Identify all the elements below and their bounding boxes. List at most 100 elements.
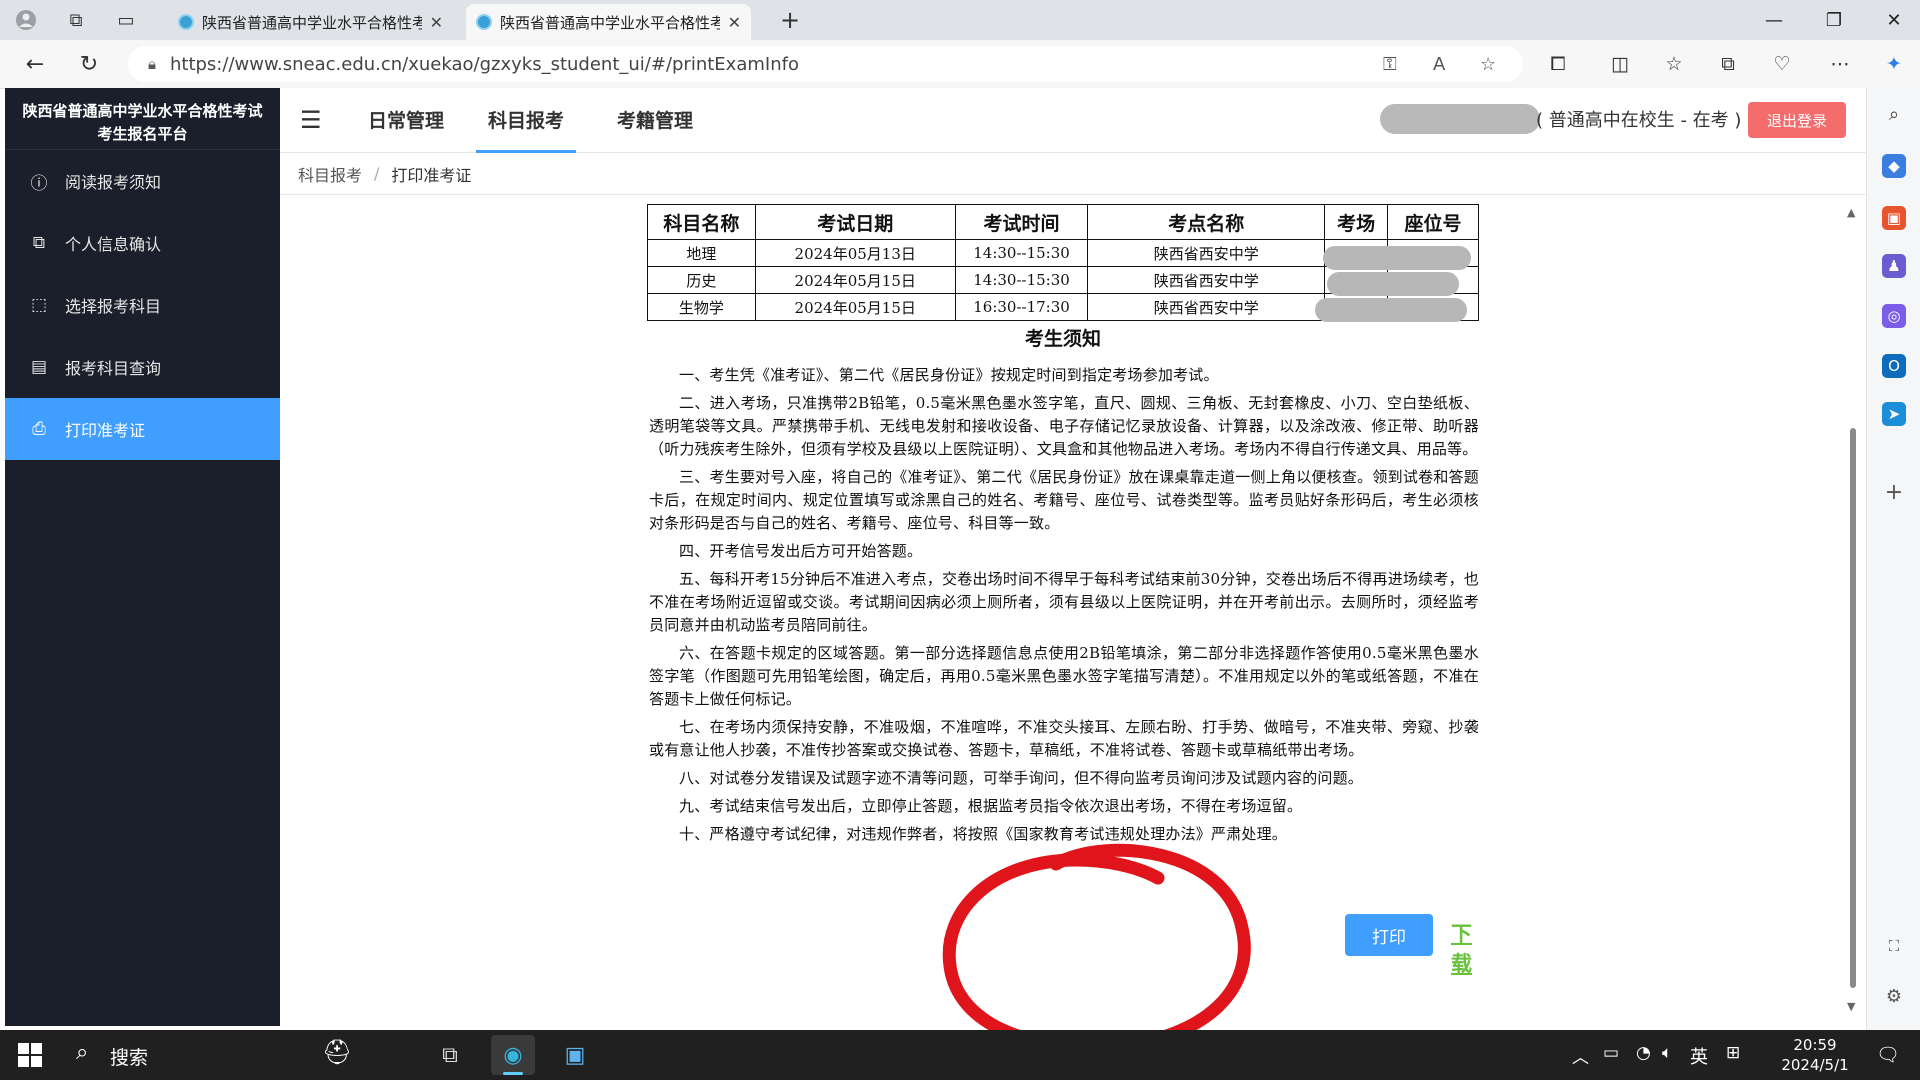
- browser-tab-1[interactable]: 陕西省普通高中学业水平合格性考 ✕: [168, 4, 453, 40]
- windows-taskbar: ⌕ 搜索 ⛑ ⧉ ◉ ▣ ︿ ▭ ◔ 🔈︎ 英 ⊞ 20:59 2024/5/1…: [0, 1030, 1920, 1080]
- breadcrumb: 科目报考 / 打印准考证: [280, 153, 1866, 195]
- settings-gear-icon[interactable]: ⚙: [1882, 984, 1906, 1008]
- key-icon[interactable]: ⚿: [1383, 54, 1397, 75]
- games-icon[interactable]: ♟: [1882, 254, 1906, 278]
- breadcrumb-parent[interactable]: 科目报考: [298, 162, 362, 186]
- table-cell: 地理: [647, 239, 756, 267]
- volume-icon[interactable]: 🔈︎: [1662, 1043, 1672, 1063]
- refresh-icon[interactable]: ↻: [72, 48, 106, 80]
- sidebar-item-query-subjects[interactable]: ▤ 报考科目查询: [5, 336, 280, 398]
- tab-subject-registration[interactable]: 科目报考: [476, 88, 577, 153]
- browser-tab-2[interactable]: 陕西省普通高中学业水平合格性考 ✕: [466, 4, 751, 40]
- tab-label: 考籍管理: [617, 109, 694, 132]
- sidebar-item-label: 个人信息确认: [65, 235, 162, 254]
- tab-label: 日常管理: [368, 109, 445, 132]
- wifi-icon[interactable]: ◔: [1636, 1043, 1651, 1063]
- col-header: 考试时间: [954, 204, 1089, 240]
- sidebar-item-select-subjects[interactable]: ⬚ 选择报考科目: [5, 274, 280, 336]
- tools-icon[interactable]: ▣: [1882, 206, 1906, 230]
- profile-icon[interactable]: [12, 6, 40, 34]
- remote-desktop-icon[interactable]: ▣: [553, 1035, 597, 1075]
- col-header: 考场: [1324, 204, 1389, 240]
- notice-item: 九、考试结束信号发出后，立即停止答题，根据监考员指令依次退出考场，不得在考场逗留…: [679, 797, 1303, 815]
- taskbar-search-label[interactable]: 搜索: [110, 1043, 148, 1070]
- table-cell: 陕西省西安中学: [1087, 293, 1326, 321]
- copy-icon: ⧉: [32, 233, 46, 253]
- split-screen-icon[interactable]: ◫: [1605, 49, 1635, 79]
- close-tab-icon[interactable]: ✕: [430, 13, 443, 32]
- outlook-icon[interactable]: O: [1882, 354, 1906, 378]
- url-text: https://www.sneac.edu.cn/xuekao/gzxyks_s…: [169, 53, 799, 75]
- restore-icon[interactable]: ❐: [1804, 0, 1864, 40]
- clock-date: 2024/5/1: [1781, 1056, 1849, 1074]
- tab-title: 陕西省普通高中学业水平合格性考: [500, 13, 720, 32]
- redaction-mark: [1323, 246, 1471, 270]
- keyboard-icon[interactable]: ⊞: [1726, 1043, 1740, 1063]
- vertical-scrollbar[interactable]: ▲ ▼: [1845, 196, 1859, 1030]
- taskbar-clock[interactable]: 20:59 2024/5/1: [1770, 1035, 1860, 1075]
- screenshot-icon[interactable]: ⛶: [1882, 934, 1906, 958]
- table-cell: 14:30--15:30: [954, 239, 1089, 267]
- send-icon[interactable]: ➤: [1882, 402, 1906, 426]
- tab-actions-icon[interactable]: ▭: [112, 6, 140, 34]
- sidebar-item-read-notice[interactable]: ⓘ 阅读报考须知: [5, 150, 280, 212]
- menu-toggle-icon[interactable]: ☰: [300, 106, 322, 134]
- notification-icon[interactable]: 🗨︎: [1876, 1043, 1900, 1066]
- notice-item: 八、对试卷分发错误及试题字迹不清等问题，可举手询问，但不得向监考员询问涉及试题内…: [679, 769, 1364, 787]
- collections-icon[interactable]: ⧉: [1713, 49, 1743, 79]
- scroll-up-icon[interactable]: ▲: [1847, 206, 1855, 219]
- logout-button[interactable]: 退出登录: [1748, 102, 1846, 138]
- download-link[interactable]: 下载: [1451, 918, 1489, 978]
- minimize-icon[interactable]: —: [1744, 0, 1804, 40]
- copilot-icon[interactable]: ✦: [1879, 49, 1909, 79]
- ime-language[interactable]: 英: [1690, 1043, 1708, 1069]
- table-cell: 陕西省西安中学: [1087, 239, 1326, 267]
- print-button[interactable]: 打印: [1345, 914, 1433, 956]
- app-sidebar: 陕西省普通高中学业水平合格性考试 考生报名平台 ⓘ 阅读报考须知 ⧉ 个人信息确…: [5, 88, 280, 1026]
- tab-record-management[interactable]: 考籍管理: [617, 88, 693, 150]
- task-view-icon[interactable]: ⧉: [428, 1035, 472, 1075]
- read-aloud-icon[interactable]: A: [1433, 54, 1445, 75]
- extensions-icon[interactable]: ⧠: [1543, 49, 1573, 79]
- url-field[interactable]: 🔒︎ https://www.sneac.edu.cn/xuekao/gzxyk…: [128, 46, 1523, 82]
- col-header: 考试日期: [754, 204, 956, 240]
- search-icon[interactable]: ⌕: [76, 1040, 88, 1065]
- scrollbar-thumb[interactable]: [1850, 428, 1856, 988]
- workspaces-icon[interactable]: ⧉: [62, 6, 90, 34]
- browser-essentials-icon[interactable]: ♡: [1767, 49, 1797, 79]
- tab-title: 陕西省普通高中学业水平合格性考: [202, 13, 422, 32]
- search-icon[interactable]: ⌕: [1882, 102, 1906, 126]
- scroll-down-icon[interactable]: ▼: [1847, 1000, 1855, 1013]
- edge-browser-icon[interactable]: ◉: [491, 1035, 535, 1075]
- close-window-icon[interactable]: ✕: [1864, 0, 1920, 40]
- widgets-icon[interactable]: ⛑: [322, 1038, 352, 1066]
- microsoft-365-icon[interactable]: ◎: [1882, 304, 1906, 328]
- close-tab-icon[interactable]: ✕: [728, 13, 741, 32]
- new-tab-icon[interactable]: +: [776, 6, 804, 34]
- app-title: 陕西省普通高中学业水平合格性考试 考生报名平台: [5, 88, 280, 150]
- more-menu-icon[interactable]: ⋯: [1825, 49, 1855, 79]
- tray-chevron-icon[interactable]: ︿: [1572, 1043, 1589, 1068]
- windows-start-icon[interactable]: [18, 1043, 42, 1067]
- tab-daily-management[interactable]: 日常管理: [368, 88, 444, 150]
- table-cell: 2024年05月15日: [754, 293, 956, 321]
- shopping-tag-icon[interactable]: ◆: [1882, 154, 1906, 178]
- table-cell: 14:30--15:30: [954, 266, 1089, 294]
- red-annotation-circle: [942, 843, 1251, 1054]
- redaction-mark: [1327, 272, 1459, 296]
- notice-item: 五、每科开考15分钟后不准进入考点，交卷出场时间不得早于每科考试结束前30分钟，…: [649, 570, 1479, 634]
- battery-icon[interactable]: ▭: [1603, 1043, 1619, 1063]
- notice-item: 三、考生要对号入座，将自己的《准考证》、第二代《居民身份证》放在课桌靠走道一侧上…: [649, 468, 1479, 532]
- sidebar-item-print-ticket[interactable]: ⎙ 打印准考证: [5, 398, 280, 460]
- site-favicon-icon: [476, 14, 492, 30]
- add-icon[interactable]: +: [1882, 480, 1906, 505]
- breadcrumb-separator: /: [374, 164, 380, 183]
- select-icon: ⬚: [30, 295, 48, 315]
- favorites-icon[interactable]: ☆: [1659, 49, 1689, 79]
- sidebar-item-personal-info[interactable]: ⧉ 个人信息确认: [5, 212, 280, 274]
- favorite-star-icon[interactable]: ☆: [1480, 54, 1496, 75]
- back-icon[interactable]: ←: [18, 48, 52, 80]
- notice-item: 一、考生凭《准考证》、第二代《居民身份证》按规定时间到指定考场参加考试。: [679, 366, 1219, 384]
- app-title-line2: 考生报名平台: [97, 125, 188, 143]
- lock-icon: 🔒︎: [148, 55, 156, 73]
